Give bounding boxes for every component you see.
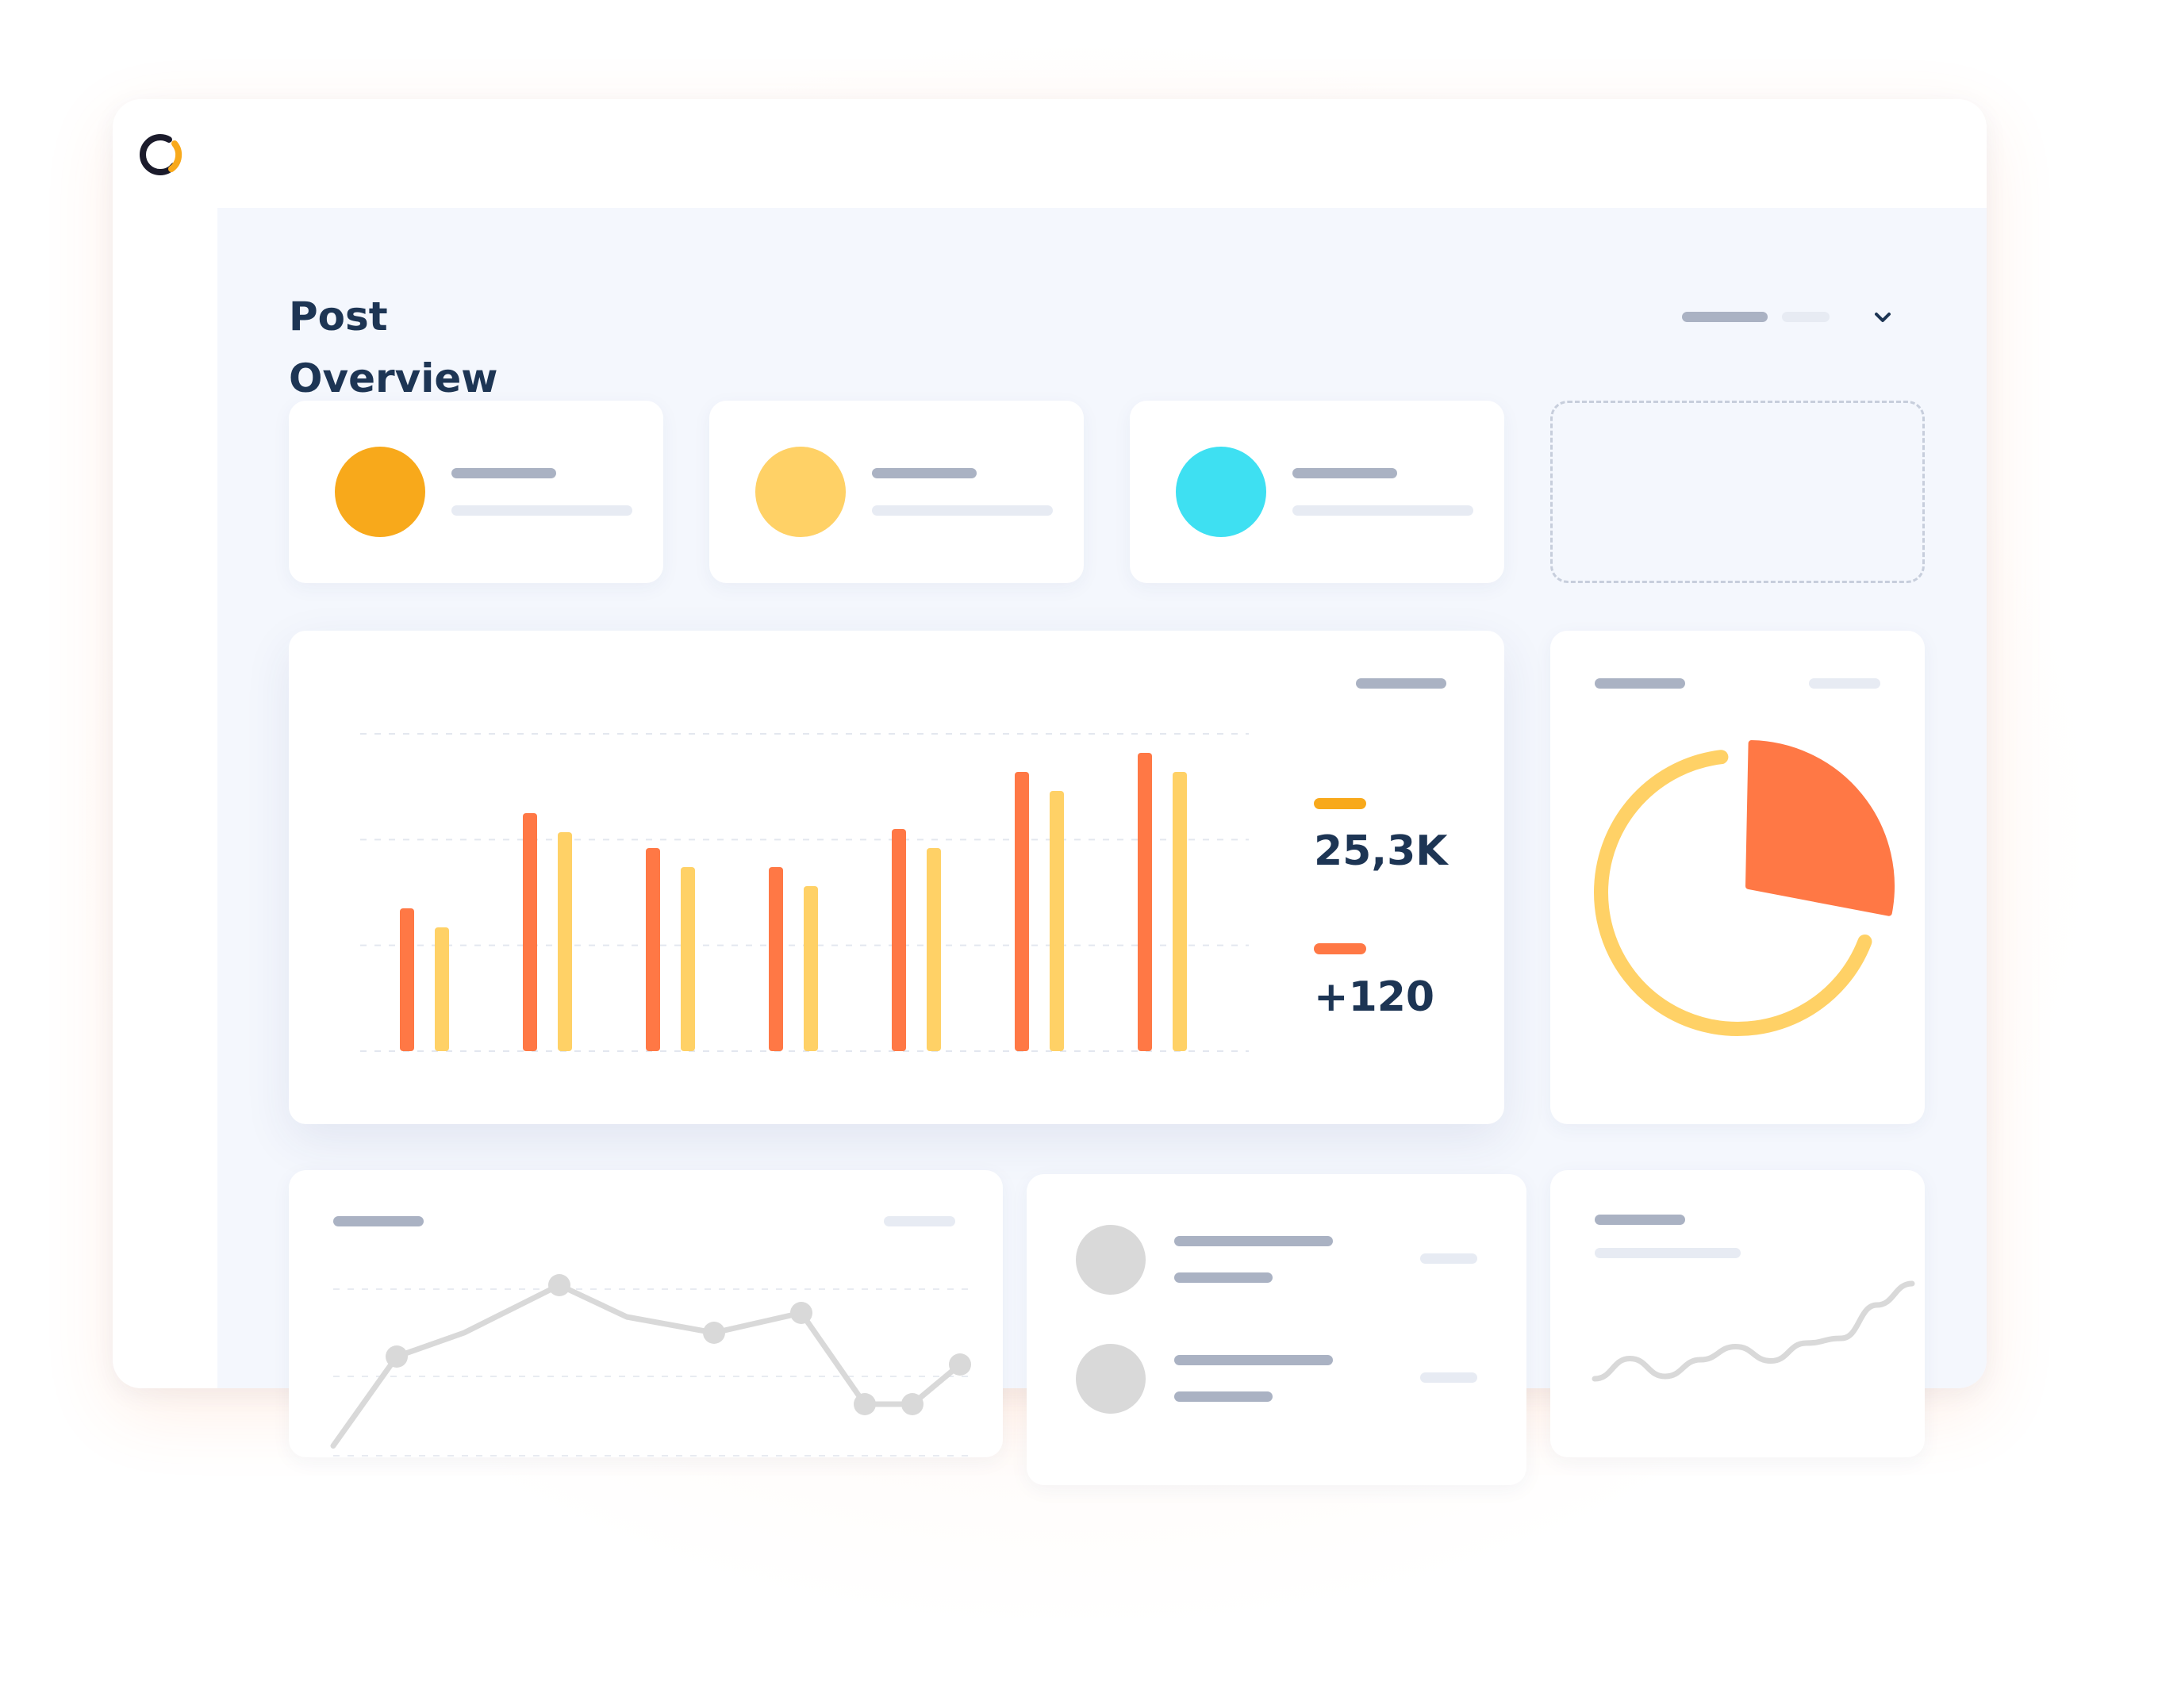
line-filter-placeholder[interactable] xyxy=(884,1216,955,1226)
line-point xyxy=(548,1274,570,1296)
bar xyxy=(681,867,695,1051)
stat-title-placeholder xyxy=(872,468,977,478)
stat-icon-circle xyxy=(1176,447,1266,537)
stat-value-placeholder xyxy=(872,505,1053,516)
bar xyxy=(804,886,818,1051)
page-title-line1: Post xyxy=(289,294,388,340)
line-point xyxy=(703,1322,725,1344)
donut-filter-placeholder[interactable] xyxy=(1809,678,1880,689)
bar xyxy=(892,829,906,1051)
logo-ring-icon[interactable] xyxy=(136,131,184,178)
donut-title-placeholder xyxy=(1595,678,1685,689)
line-point xyxy=(854,1393,876,1415)
line-series xyxy=(330,1282,963,1449)
line-point xyxy=(386,1345,408,1368)
period-sublabel-placeholder xyxy=(1782,312,1830,322)
period-selector[interactable] xyxy=(1682,300,1904,335)
bar xyxy=(435,927,449,1051)
stat-card-1[interactable] xyxy=(289,401,663,583)
bar xyxy=(523,813,537,1051)
line-point xyxy=(949,1353,971,1376)
donut-chart xyxy=(1594,740,1895,1036)
avatar xyxy=(1076,1225,1146,1295)
list-card xyxy=(1027,1174,1526,1485)
sidebar xyxy=(113,99,217,1388)
stat-value-placeholder xyxy=(1292,505,1473,516)
bar xyxy=(1050,791,1064,1051)
stat-title-placeholder xyxy=(1292,468,1397,478)
bar xyxy=(1015,772,1029,1051)
bar xyxy=(1173,772,1187,1051)
metric-swatch-2 xyxy=(1314,943,1366,954)
sparkline-series xyxy=(1592,1280,1915,1382)
bar xyxy=(646,848,660,1051)
bar xyxy=(1138,753,1152,1051)
stat-card-2[interactable] xyxy=(709,401,1084,583)
list-item-subtitle-placeholder xyxy=(1174,1272,1273,1283)
sparkline-subtitle-placeholder xyxy=(1595,1248,1741,1258)
chart-filter-placeholder[interactable] xyxy=(1356,678,1446,689)
add-card-placeholder[interactable] xyxy=(1550,401,1925,583)
list-item-meta-placeholder xyxy=(1420,1253,1477,1264)
metric-value-2: +120 xyxy=(1314,973,1435,1021)
pie-slice xyxy=(1745,740,1895,916)
list-item-meta-placeholder xyxy=(1420,1372,1477,1383)
bar xyxy=(558,832,572,1051)
stat-card-3[interactable] xyxy=(1130,401,1504,583)
top-bar xyxy=(217,99,1987,208)
metric-value-1: 25,3K xyxy=(1314,827,1448,875)
bar-chart xyxy=(360,733,1249,1052)
list-item-title-placeholder xyxy=(1174,1236,1333,1246)
bar xyxy=(927,848,941,1051)
stat-icon-circle xyxy=(755,447,846,537)
list-item-subtitle-placeholder xyxy=(1174,1391,1273,1402)
line-chart xyxy=(330,1274,971,1457)
chevron-down-icon[interactable] xyxy=(1871,305,1895,329)
donut-chart-card xyxy=(1550,631,1925,1124)
stat-icon-circle xyxy=(335,447,425,537)
line-point xyxy=(901,1393,923,1415)
stat-value-placeholder xyxy=(451,505,632,516)
bar xyxy=(400,908,414,1051)
stat-title-placeholder xyxy=(451,468,556,478)
metric-swatch-1 xyxy=(1314,798,1366,809)
line-chart-card xyxy=(289,1170,1003,1457)
bar-chart-card: 25,3K +120 xyxy=(289,631,1504,1124)
page-title: Post Overview xyxy=(289,286,606,409)
sparkline-chart xyxy=(1592,1280,1915,1382)
bar xyxy=(769,867,783,1051)
sparkline-card xyxy=(1550,1170,1925,1457)
list-item-title-placeholder xyxy=(1174,1355,1333,1365)
sparkline-title-placeholder xyxy=(1595,1215,1685,1225)
line-title-placeholder xyxy=(333,1216,424,1226)
line-point xyxy=(790,1302,812,1324)
period-label-placeholder xyxy=(1682,312,1768,322)
avatar xyxy=(1076,1344,1146,1414)
